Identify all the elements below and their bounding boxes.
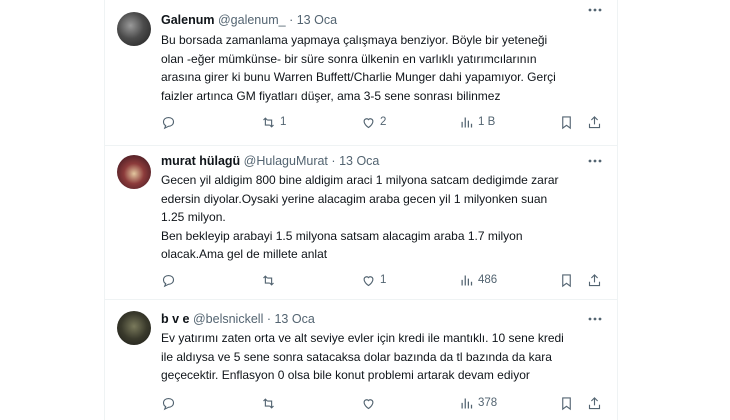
reply-icon	[162, 274, 175, 287]
reply-icon	[162, 397, 175, 410]
retweet-icon	[263, 397, 274, 409]
share-button[interactable]	[587, 114, 602, 130]
avatar[interactable]	[117, 12, 151, 46]
reply-button[interactable]	[161, 272, 176, 288]
timeline-feed: Galenum @galenum_ · 13 Oca Bu borsada za…	[104, 0, 618, 420]
tweet-line: arasına girer ki bunu Warren Buffett/Cha…	[161, 70, 556, 84]
more-icon[interactable]	[587, 311, 603, 327]
tweet-actions: 1 486	[161, 272, 603, 288]
tweet-text: Gecen yil aldigim 800 bine aldigim araci…	[161, 171, 603, 264]
bookmark-icon	[562, 273, 571, 287]
tweet-line: edersin diyolar.Oysaki yerine alacagim a…	[161, 191, 548, 206]
retweet-icon	[263, 116, 274, 128]
separator-dot: ·	[331, 154, 336, 168]
tweet-actions: 1 2 1 B	[161, 114, 603, 130]
author-handle[interactable]: @galenum_	[218, 13, 286, 27]
share-icon	[588, 273, 601, 286]
tweet-date[interactable]: 13 Oca	[339, 154, 379, 168]
page: Galenum @galenum_ · 13 Oca Bu borsada za…	[0, 0, 730, 420]
separator-dot: ·	[289, 13, 294, 27]
tweet-line: 1.25 milyon.	[161, 210, 226, 224]
reply-button[interactable]	[161, 114, 176, 130]
share-button[interactable]	[587, 272, 602, 288]
tweet-actions: 378	[161, 395, 603, 411]
author-name[interactable]: Galenum	[161, 13, 215, 27]
retweet-button[interactable]	[261, 272, 280, 288]
tweet-line: Ben bekleyip arabayi 1.5 milyona satsam …	[161, 228, 523, 243]
views-icon	[461, 117, 473, 127]
tweet-header: murat hülagü @HulaguMurat · 13 Oca	[161, 151, 607, 171]
like-button[interactable]	[361, 395, 380, 411]
more-icon[interactable]	[587, 2, 603, 18]
like-button[interactable]: 1	[361, 272, 386, 288]
reply-icon	[162, 116, 175, 129]
views-button[interactable]: 1 B	[459, 114, 495, 130]
tweet-line: geçecektir. Enflasyon 0 olsa bile konut …	[161, 368, 530, 382]
like-icon	[363, 398, 374, 409]
tweet-line: olacak.Ama gel de millete anlat	[161, 247, 328, 261]
like-icon	[363, 117, 374, 128]
views-count: 486	[478, 274, 498, 286]
tweet[interactable]: Galenum @galenum_ · 13 Oca Bu borsada za…	[105, 0, 617, 146]
tweet-line: Bu borsada zamanlama yapmaya çalışmaya b…	[161, 33, 548, 47]
views-button[interactable]: 378	[459, 395, 497, 411]
views-icon	[461, 275, 473, 285]
share-icon	[588, 115, 601, 128]
like-count: 1	[380, 274, 387, 286]
tweet[interactable]: b v e @belsnickell · 13 Oca Ev yatırımı …	[105, 299, 617, 420]
avatar[interactable]	[117, 311, 151, 345]
views-icon	[461, 398, 473, 408]
tweet-line: Ev yatırımı zaten orta ve alt seviye evl…	[161, 331, 564, 345]
avatar[interactable]	[117, 155, 151, 189]
separator-dot: ·	[266, 312, 271, 326]
retweet-button[interactable]	[261, 395, 280, 411]
reply-button[interactable]	[161, 395, 176, 411]
author-name[interactable]: murat hülagü	[161, 154, 240, 168]
tweet-text: Bu borsada zamanlama yapmaya çalışmaya b…	[161, 31, 603, 105]
author-name[interactable]: b v e	[161, 312, 190, 326]
retweet-count: 1	[280, 116, 287, 128]
bookmark-button[interactable]	[559, 395, 574, 411]
share-icon	[588, 396, 601, 409]
tweet-header: Galenum @galenum_ · 13 Oca	[161, 10, 607, 30]
author-handle[interactable]: @HulaguMurat	[244, 154, 328, 168]
like-icon	[363, 275, 374, 286]
bookmark-button[interactable]	[559, 272, 574, 288]
tweet-header: b v e @belsnickell · 13 Oca	[161, 309, 607, 329]
bookmark-icon	[562, 115, 571, 129]
tweet-line: Gecen yil aldigim 800 bine aldigim araci…	[161, 173, 559, 187]
retweet-icon	[263, 274, 274, 286]
tweet-text: Ev yatırımı zaten orta ve alt seviye evl…	[161, 329, 603, 385]
tweet-date[interactable]: 13 Oca	[297, 13, 337, 27]
more-icon[interactable]	[587, 153, 603, 169]
bookmark-icon	[562, 396, 571, 410]
tweet-date[interactable]: 13 Oca	[274, 312, 314, 326]
views-button[interactable]: 486	[459, 272, 497, 288]
tweet[interactable]: murat hülagü @HulaguMurat · 13 Oca Gecen…	[105, 145, 617, 300]
like-count: 2	[380, 116, 387, 128]
views-count: 1 B	[478, 116, 496, 128]
views-count: 378	[478, 397, 498, 409]
tweet-line: faizler artınca GM fiyatları düşer, ama …	[161, 88, 501, 103]
author-handle[interactable]: @belsnickell	[193, 312, 263, 326]
share-button[interactable]	[587, 395, 602, 411]
like-button[interactable]: 2	[361, 114, 386, 130]
tweet-line: olan -eğer mümkünse- bir süre sonra ülke…	[161, 51, 537, 66]
bookmark-button[interactable]	[559, 114, 574, 130]
tweet-line: ile aldıysa ve 5 sene sonra satacaksa do…	[161, 349, 552, 364]
retweet-button[interactable]: 1	[261, 114, 286, 130]
